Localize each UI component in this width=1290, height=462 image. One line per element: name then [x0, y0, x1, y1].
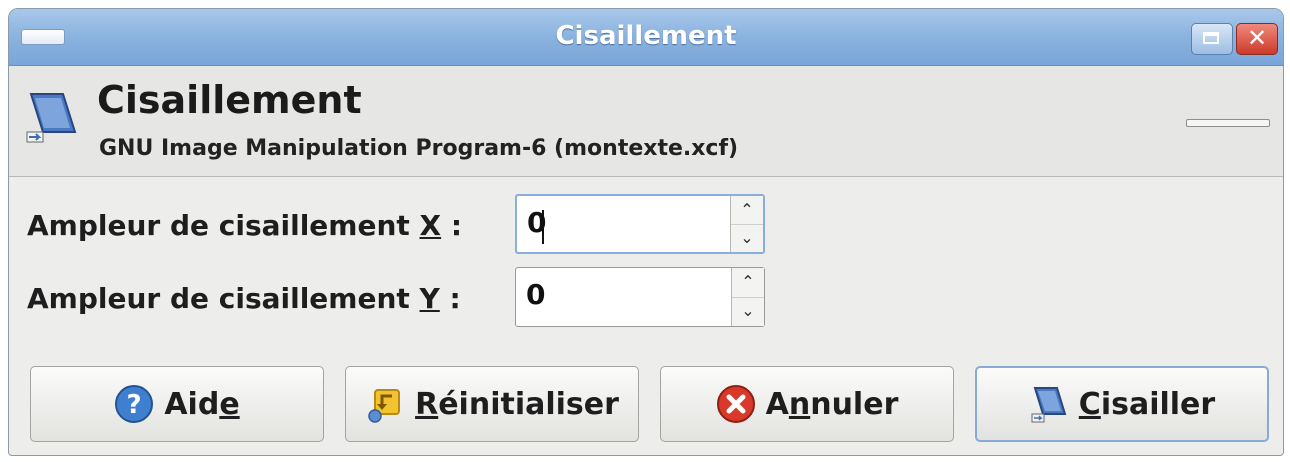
reset-button[interactable]: Réinitialiser	[345, 366, 639, 442]
chevron-down-icon[interactable]: ⌄	[732, 297, 764, 326]
close-icon: ✕	[1246, 24, 1268, 52]
reset-label-text: éinitialiser	[438, 386, 619, 422]
shear-x-mnemonic: X	[419, 209, 442, 242]
header-subtitle: GNU Image Manipulation Program-6 (montex…	[99, 136, 739, 161]
shear-x-label-colon: :	[441, 209, 463, 242]
reset-label: Réinitialiser	[415, 387, 619, 422]
shear-y-label: Ampleur de cisaillement Y :	[27, 282, 461, 315]
text-caret	[542, 210, 544, 244]
help-button[interactable]: ? Aide	[30, 366, 324, 442]
shear-tool-icon	[26, 93, 77, 143]
help-label: Aide	[164, 387, 239, 422]
chevron-up-icon[interactable]: ⌃	[731, 196, 763, 225]
shear-y-label-text: Ampleur de cisaillement	[27, 282, 420, 315]
dialog-header: Cisaillement GNU Image Manipulation Prog…	[9, 66, 1283, 177]
shear-label-text: isailler	[1100, 386, 1216, 422]
dialog-window: Cisaillement ✕ Cisaillement GNU Image Ma…	[8, 8, 1284, 456]
cancel-label: Annuler	[766, 387, 899, 422]
help-label-text: Aid	[164, 386, 220, 422]
maximize-button[interactable]	[1191, 23, 1233, 55]
chevron-down-icon[interactable]: ⌄	[731, 224, 763, 252]
shear-y-spinbox[interactable]: 0 ⌃ ⌄	[515, 267, 765, 327]
title-bar[interactable]: Cisaillement ✕	[9, 9, 1283, 66]
shear-mnemonic: C	[1078, 386, 1101, 422]
header-title: Cisaillement	[97, 78, 362, 122]
shear-x-label-text: Ampleur de cisaillement	[27, 209, 420, 242]
shear-button[interactable]: Cisailler	[975, 366, 1269, 442]
shear-tool-icon	[1031, 387, 1067, 423]
shear-label: Cisailler	[1079, 387, 1215, 422]
shear-y-mnemonic: Y	[419, 282, 440, 315]
reset-icon	[368, 389, 401, 423]
close-button[interactable]: ✕	[1236, 23, 1278, 55]
chevron-up-icon[interactable]: ⌃	[732, 268, 764, 298]
header-handle[interactable]	[1186, 119, 1270, 127]
shear-x-spinbox[interactable]: 0 ⌃ ⌄	[515, 194, 765, 254]
help-mnemonic: e	[219, 386, 240, 422]
cancel-label-start: A	[765, 386, 789, 422]
maximize-icon	[1203, 32, 1219, 44]
cancel-icon	[716, 385, 755, 423]
window-title: Cisaillement	[555, 21, 737, 51]
shear-y-input[interactable]: 0	[526, 278, 545, 311]
help-icon: ?	[115, 385, 154, 423]
cancel-mnemonic: n	[788, 386, 811, 422]
shear-x-label: Ampleur de cisaillement X :	[27, 209, 462, 242]
shear-y-stepper[interactable]: ⌃ ⌄	[731, 268, 764, 326]
cancel-button[interactable]: Annuler	[660, 366, 954, 442]
svg-text:?: ?	[127, 390, 142, 420]
shear-y-label-colon: :	[439, 282, 461, 315]
reset-mnemonic: R	[415, 386, 439, 422]
cancel-label-end: nuler	[810, 386, 899, 422]
shear-x-stepper[interactable]: ⌃ ⌄	[730, 196, 763, 252]
